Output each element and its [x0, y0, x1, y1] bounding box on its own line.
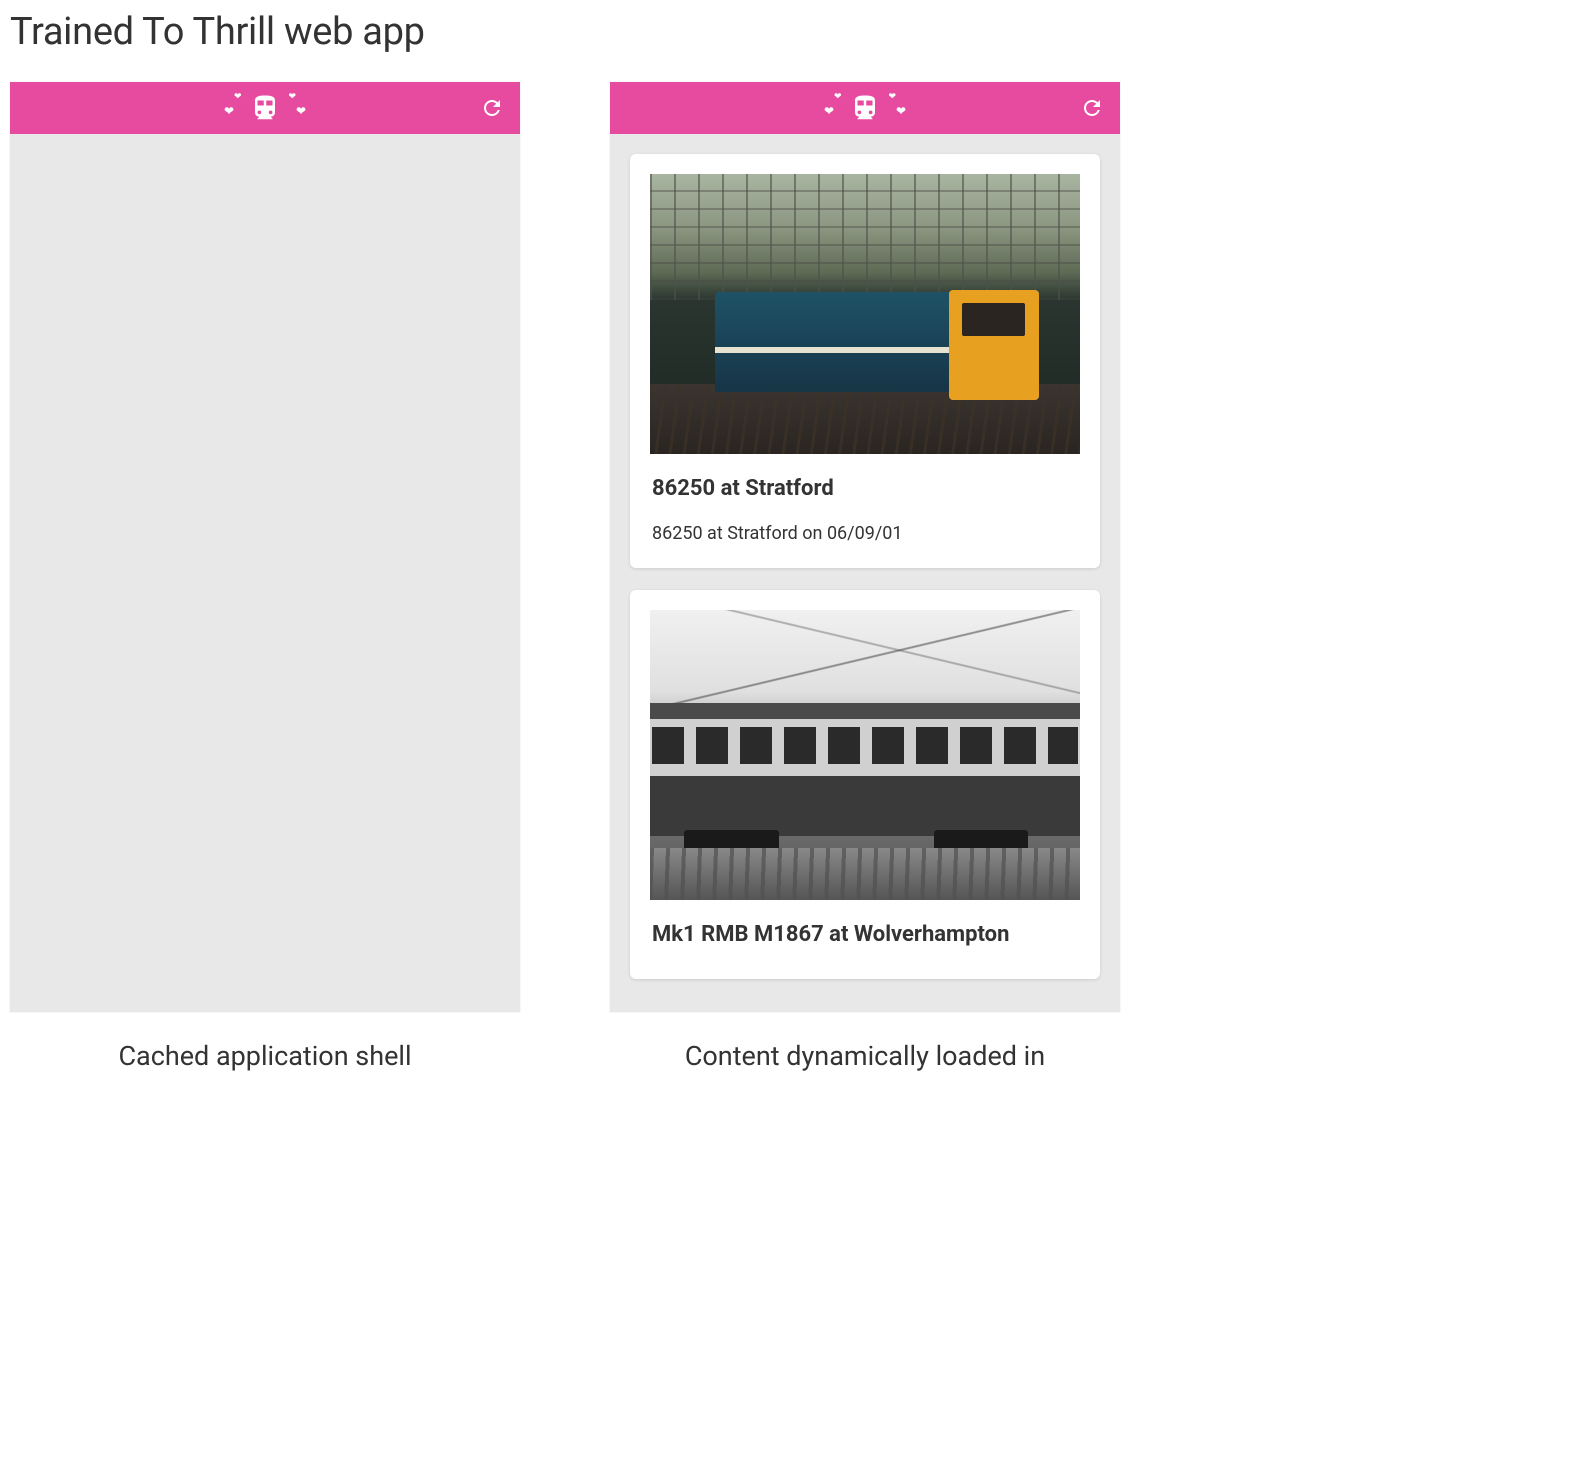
- card-image: [650, 174, 1080, 454]
- refresh-button[interactable]: [1078, 94, 1106, 122]
- card-body: Mk1 RMB M1867 at Wolverhampton: [630, 900, 1100, 979]
- refresh-icon: [480, 96, 504, 120]
- app-logo: ❤ ❤ ❤ ❤: [224, 90, 306, 126]
- panel-right: ❤ ❤ ❤ ❤: [610, 82, 1120, 1072]
- phone-frame-right: ❤ ❤ ❤ ❤: [610, 82, 1120, 1012]
- hearts-left-icon: ❤ ❤: [224, 90, 246, 126]
- content-card[interactable]: 86250 at Stratford 86250 at Stratford on…: [630, 154, 1100, 568]
- card-body: 86250 at Stratford 86250 at Stratford on…: [630, 454, 1100, 568]
- app-logo: ❤ ❤ ❤ ❤: [824, 90, 906, 126]
- card-title: 86250 at Stratford: [652, 476, 1078, 501]
- panel-caption-left: Cached application shell: [118, 1040, 411, 1072]
- phone-frame-left: ❤ ❤ ❤ ❤: [10, 82, 520, 1012]
- hearts-right-icon: ❤ ❤: [884, 90, 906, 126]
- card-title: Mk1 RMB M1867 at Wolverhampton: [652, 922, 1078, 947]
- train-icon: [250, 91, 280, 125]
- app-header: ❤ ❤ ❤ ❤: [610, 82, 1120, 134]
- card-image: [650, 610, 1080, 900]
- page-title: Trained To Thrill web app: [10, 10, 1579, 54]
- train-icon: [850, 91, 880, 125]
- card-description: 86250 at Stratford on 06/09/01: [652, 523, 1078, 544]
- content-card[interactable]: Mk1 RMB M1867 at Wolverhampton: [630, 590, 1100, 979]
- hearts-left-icon: ❤ ❤: [824, 90, 846, 126]
- comparison-panels: ❤ ❤ ❤ ❤ Cac: [10, 82, 1579, 1072]
- refresh-button[interactable]: [478, 94, 506, 122]
- content-feed: 86250 at Stratford 86250 at Stratford on…: [610, 134, 1120, 1012]
- panel-caption-right: Content dynamically loaded in: [685, 1040, 1045, 1072]
- hearts-right-icon: ❤ ❤: [284, 90, 306, 126]
- app-header: ❤ ❤ ❤ ❤: [10, 82, 520, 134]
- refresh-icon: [1080, 96, 1104, 120]
- panel-left: ❤ ❤ ❤ ❤ Cac: [10, 82, 520, 1072]
